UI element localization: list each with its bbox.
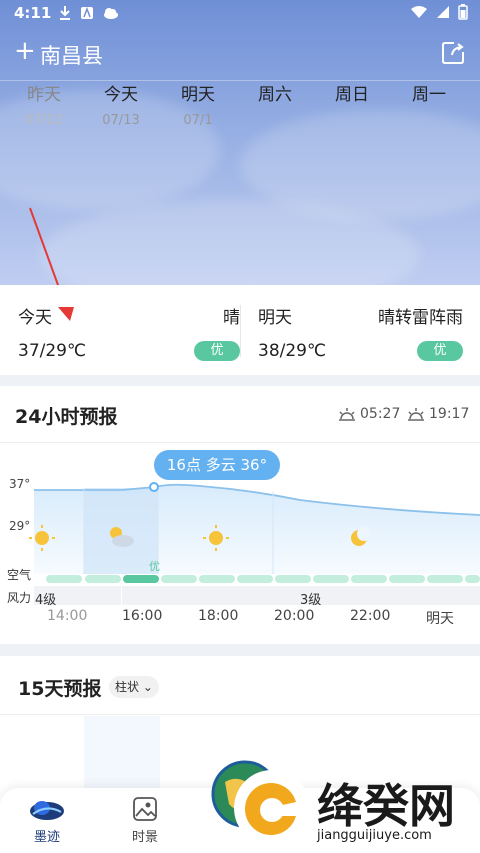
aqi-bar [313,575,349,583]
chevron-down-icon: ⌄ [142,680,153,694]
day-weekday: 今天 [104,85,138,105]
hour-tooltip: 16点 多云 36° [154,450,280,480]
day-weekday: 周六 [258,85,292,105]
tomorrow-temp: 38/29℃ [258,341,327,361]
day-column[interactable]: 昨天 07/12 [14,80,74,128]
day-date: 07/12 [25,113,63,128]
hero-background: 4:11 + 南昌县 [0,0,480,285]
sunset-icon [408,408,424,421]
hour-label: 16:00 [122,608,163,624]
day-column[interactable]: 周日 [322,80,382,105]
day-weekday: 周日 [335,85,369,105]
air-quality-label: 空气 [7,568,32,582]
watermark-url: jiangguijiuye.com [317,828,432,843]
hour-label: 明天 [426,611,454,627]
brand-logo-icon [234,770,310,846]
today-column-highlight [84,716,160,796]
day-column[interactable]: 周六 [245,80,305,105]
annotation-arrowhead [58,307,74,321]
wind-value: 4级 [35,593,57,608]
watermark-brand: 绛癸网 [317,779,455,833]
annotation-arrow [29,207,60,285]
moji-logo-icon [30,801,64,820]
aqi-bar-selected [123,575,159,583]
aqi-bar [85,575,121,583]
aqi-bar [199,575,235,583]
sunrise-time: 05:27 [360,406,401,422]
photo-icon [133,797,157,821]
aqi-bar [427,575,463,583]
day-column[interactable]: 今天 07/13 [91,80,151,128]
day-date: 07/13 [102,113,140,128]
divider [0,714,480,715]
sunrise: 05:27 [338,406,400,422]
hour-label: 14:00 [47,608,88,624]
day-column[interactable]: 周一 [399,80,459,105]
wind-value: 3级 [300,593,322,608]
day-weekday: 周一 [412,85,446,105]
day-date: 07/1 [183,113,213,128]
temperature-chart[interactable] [0,480,480,580]
day-column[interactable]: 明天 07/1 [168,80,228,128]
nav-label: 墨迹 [33,830,60,845]
aqi-bar [389,575,425,583]
sunset: 19:17 [407,406,469,422]
hour-label: 22:00 [350,608,391,624]
nav-label: 时景 [131,830,158,845]
divider [121,586,122,605]
today-temp: 37/29℃ [18,341,87,361]
aqi-bar [161,575,197,583]
nav-item-moji[interactable]: 墨迹 [12,796,82,845]
view-mode-dropdown[interactable]: 柱状 ⌄ [109,676,159,698]
sunset-time: 19:17 [429,406,470,422]
site-watermark: 绛癸网 jiangguijiuye.com [205,752,480,853]
sunrise-icon [339,408,355,421]
tomorrow-aqi-badge: 优 [417,341,463,361]
day-weekday: 明天 [181,85,215,105]
nav-item-shijing[interactable]: 时景 [110,796,180,845]
wind-label: 风力 [7,591,32,605]
aqi-bar [46,575,82,583]
aqi-bar [351,575,387,583]
selected-point [149,482,159,492]
aqi-bar [465,575,480,583]
hourly-title: 24小时预报 [15,406,118,428]
wind-row [34,586,480,605]
aqi-bar [275,575,311,583]
divider [0,442,480,443]
hour-label: 18:00 [198,608,239,624]
view-mode-label: 柱状 [115,680,140,694]
aqi-bar [237,575,273,583]
fifteen-day-title: 15天预报 [18,678,102,700]
day-weekday: 昨天 [27,85,61,105]
today-aqi-badge: 优 [194,341,240,361]
air-quality-selected: 优 [149,560,160,573]
hour-label: 20:00 [274,608,315,624]
